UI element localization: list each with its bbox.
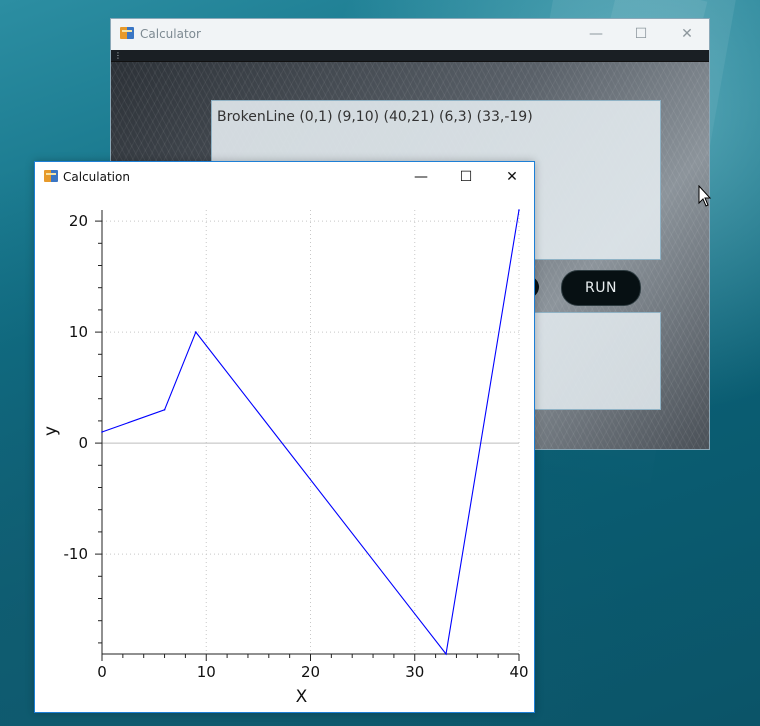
drag-handle-icon[interactable]: ⋮ <box>114 52 122 60</box>
y-tick-label: 0 <box>78 434 88 452</box>
data-point <box>163 409 166 411</box>
data-point <box>101 431 103 433</box>
minimize-icon[interactable]: — <box>409 167 433 187</box>
series-line <box>101 209 520 656</box>
x-tick-label: 40 <box>509 663 528 681</box>
y-tick-label: 10 <box>69 323 88 341</box>
result-output <box>531 312 661 410</box>
mouse-pointer-icon <box>698 185 712 207</box>
x-tick-label: 30 <box>405 663 424 681</box>
data-point <box>518 209 520 211</box>
maximize-icon[interactable]: ☐ <box>631 24 651 44</box>
calculation-app-icon <box>44 170 58 182</box>
calculation-title-bar[interactable]: Calculation — ☐ ✕ <box>35 162 534 192</box>
calculator-toolbar-strip: ⋮ <box>111 50 709 62</box>
y-axis-label: y <box>41 426 61 436</box>
chart-area: 0 10 20 30 40 -10 0 10 20 Xy <box>35 192 534 712</box>
y-tick-label: -10 <box>64 545 89 563</box>
data-point <box>195 331 197 333</box>
line-chart: 0 10 20 30 40 -10 0 10 20 Xy <box>41 209 529 707</box>
minimize-icon[interactable]: — <box>586 24 606 44</box>
x-tick-label: 0 <box>97 663 107 681</box>
data-point <box>445 653 447 655</box>
calculation-window: Calculation — ☐ ✕ 0 10 20 30 40 -10 0 10 20 Xy <box>34 161 535 713</box>
calculator-title-bar[interactable]: Calculator — ☐ ✕ <box>111 19 709 50</box>
x-tick-label: 20 <box>301 663 320 681</box>
close-icon[interactable]: ✕ <box>677 24 697 44</box>
close-icon[interactable]: ✕ <box>500 167 524 187</box>
calculator-window-title: Calculator <box>140 27 201 41</box>
calculator-app-icon <box>120 27 134 39</box>
run-button[interactable]: RUN <box>561 270 641 306</box>
x-axis-label: X <box>296 687 308 707</box>
maximize-icon[interactable]: ☐ <box>454 167 478 187</box>
calculation-window-title: Calculation <box>63 170 130 184</box>
y-tick-label: 20 <box>69 212 88 230</box>
x-tick-label: 10 <box>197 663 216 681</box>
